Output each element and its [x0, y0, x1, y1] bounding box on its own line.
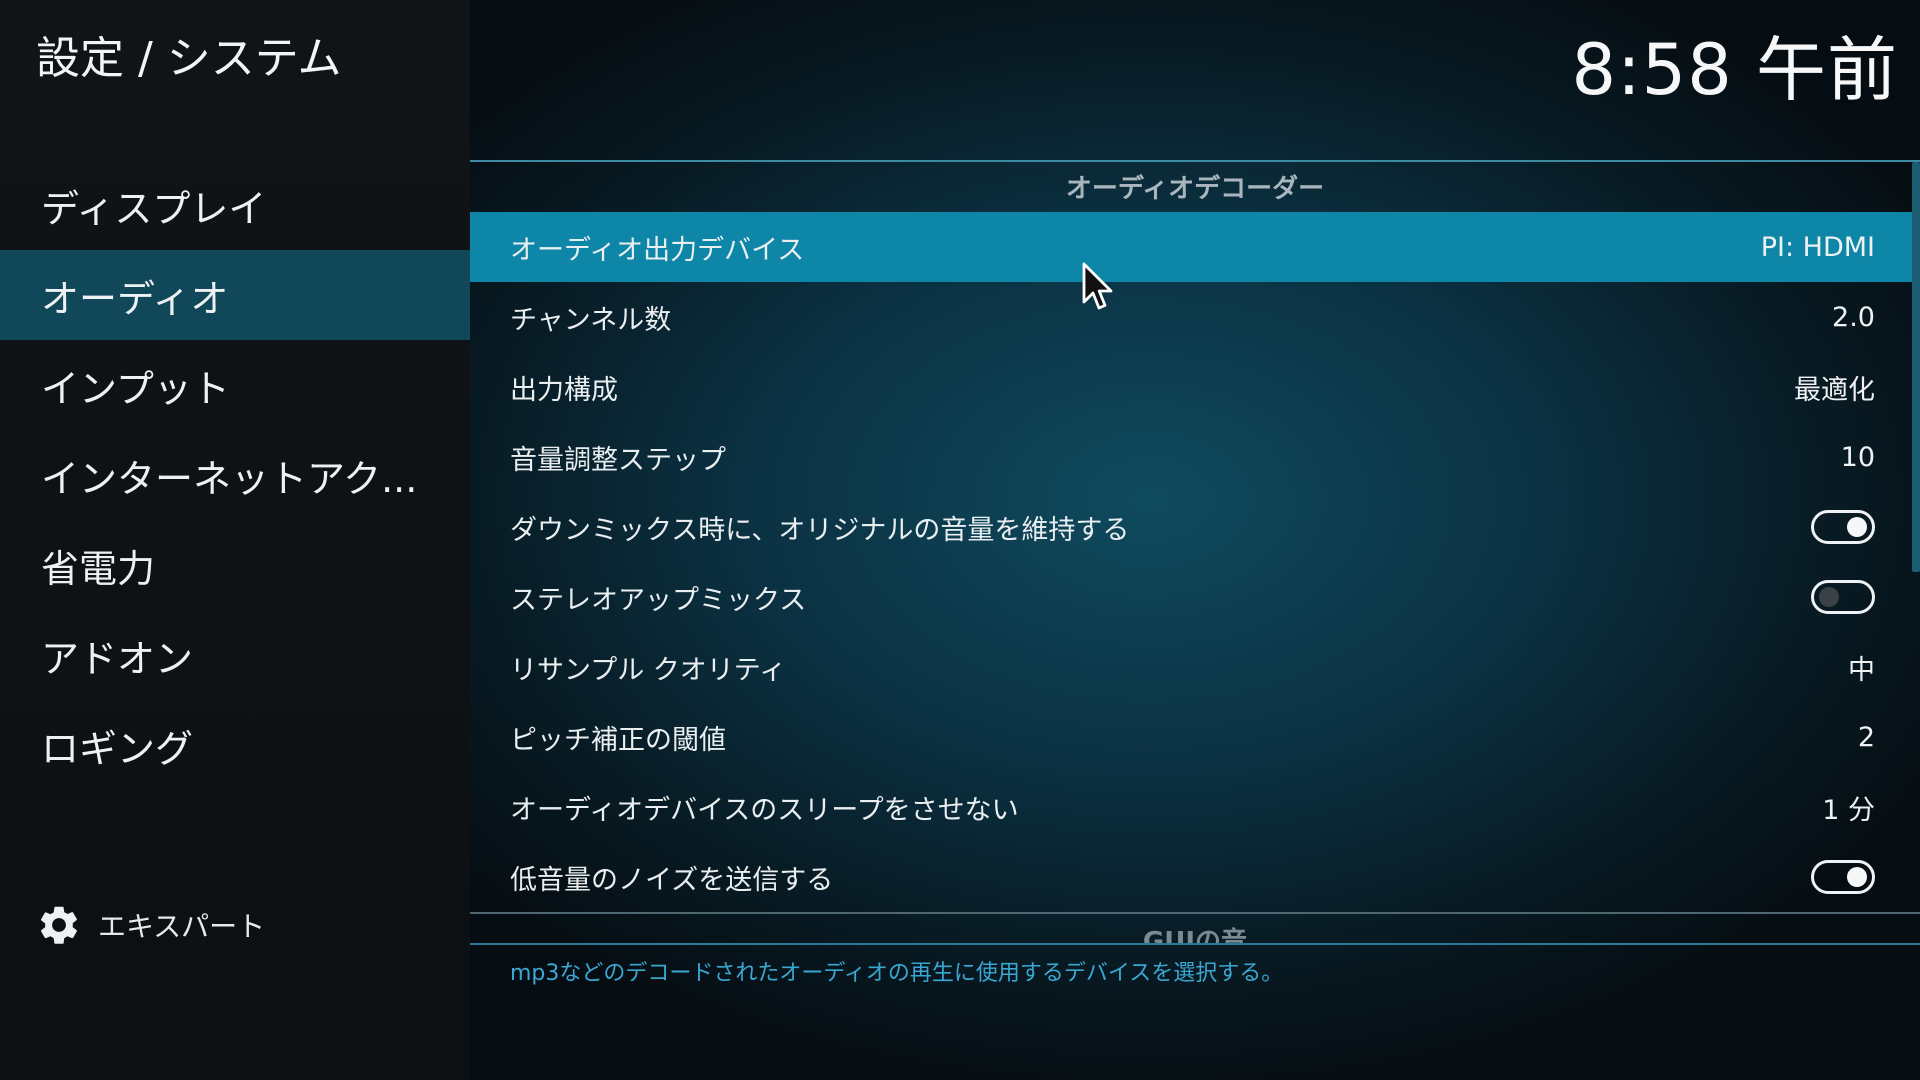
- setting-send-low-volume-noise[interactable]: 低音量のノイズを送信する: [470, 842, 1915, 912]
- setting-label: ピッチ補正の閾値: [510, 724, 726, 756]
- sidebar-item-addons[interactable]: アドオン: [0, 610, 470, 700]
- setting-label: 出力構成: [510, 374, 618, 406]
- setting-volume-control-steps[interactable]: 音量調整ステップ 10: [470, 422, 1915, 492]
- setting-maintain-volume-downmix[interactable]: ダウンミックス時に、オリジナルの音量を維持する: [470, 492, 1915, 562]
- sidebar-item-label: アドオン: [41, 636, 194, 681]
- setting-label: リサンプル クオリティ: [510, 654, 787, 686]
- sidebar-item-label: インターネットアク...: [41, 456, 418, 501]
- toggle-switch[interactable]: [1811, 510, 1875, 544]
- sidebar-item-label: オーディオ: [41, 276, 229, 321]
- setting-label: ダウンミックス時に、オリジナルの音量を維持する: [510, 514, 1130, 546]
- setting-label: ステレオアップミックス: [510, 584, 807, 616]
- setting-audio-output-device[interactable]: オーディオ出力デバイス PI: HDMI: [470, 212, 1915, 282]
- setting-value: 2.0: [1832, 301, 1875, 333]
- settings-level-label: エキスパート: [98, 910, 266, 943]
- next-group-header: GUIの音: [1142, 927, 1248, 944]
- setting-value: 最適化: [1794, 374, 1875, 406]
- gear-icon: [40, 906, 77, 944]
- sidebar-item-logging[interactable]: ロギング: [0, 700, 470, 790]
- sidebar-item-label: ディスプレイ: [41, 186, 267, 231]
- toggle-knob: [1847, 517, 1867, 537]
- setting-label: チャンネル数: [510, 304, 672, 336]
- setting-label: オーディオ出力デバイス: [510, 234, 805, 266]
- mouse-pointer-icon: [1082, 262, 1113, 310]
- divider: [470, 943, 1920, 945]
- setting-label: オーディオデバイスのスリープをさせない: [510, 794, 1019, 826]
- sidebar-item-label: 省電力: [41, 546, 156, 591]
- setting-value: PI: HDMI: [1760, 231, 1875, 263]
- setting-number-of-channels[interactable]: チャンネル数 2.0: [470, 282, 1915, 352]
- clock: 8:58 午前: [1571, 29, 1898, 111]
- group-header: オーディオデコーダー: [1065, 174, 1325, 204]
- setting-description: mp3などのデコードされたオーディオの再生に使用するデバイスを選択する。: [510, 961, 1284, 986]
- sidebar: 設定 / システム ディスプレイ オーディオ インプット インターネットアク..…: [0, 0, 470, 1080]
- setting-keep-audio-device-alive[interactable]: オーディオデバイスのスリープをさせない 1 分: [470, 772, 1915, 842]
- setting-label: 音量調整ステップ: [510, 444, 726, 476]
- sidebar-item-label: インプット: [41, 366, 230, 411]
- sidebar-item-label: ロギング: [41, 726, 194, 771]
- divider: [470, 160, 1920, 162]
- toggle-switch[interactable]: [1811, 580, 1875, 614]
- sidebar-item-internet-access[interactable]: インターネットアク...: [0, 430, 470, 520]
- sidebar-item-display[interactable]: ディスプレイ: [0, 160, 470, 250]
- setting-value: 1 分: [1822, 794, 1875, 826]
- sidebar-item-power-saving[interactable]: 省電力: [0, 520, 470, 610]
- setting-pitch-correction-threshold[interactable]: ピッチ補正の閾値 2: [470, 702, 1915, 772]
- toggle-switch[interactable]: [1811, 860, 1875, 894]
- scrollbar[interactable]: [1912, 162, 1920, 572]
- toggle-knob: [1819, 587, 1839, 607]
- setting-resample-quality[interactable]: リサンプル クオリティ 中: [470, 632, 1915, 702]
- toggle-knob: [1847, 867, 1867, 887]
- setting-value: 10: [1840, 441, 1875, 473]
- setting-output-configuration[interactable]: 出力構成 最適化: [470, 352, 1915, 422]
- settings-level-button[interactable]: エキスパート: [36, 898, 265, 952]
- setting-label: 低音量のノイズを送信する: [510, 864, 834, 896]
- kodi-settings-window: 設定 / システム ディスプレイ オーディオ インプット インターネットアク..…: [0, 0, 1920, 1080]
- sidebar-item-input[interactable]: インプット: [0, 340, 470, 430]
- divider: [470, 912, 1920, 914]
- setting-stereo-upmix[interactable]: ステレオアップミックス: [470, 562, 1915, 632]
- setting-value: 中: [1848, 654, 1875, 686]
- setting-value: 2: [1857, 721, 1875, 753]
- page-title: 設定 / システム: [36, 33, 342, 84]
- sidebar-item-audio[interactable]: オーディオ: [0, 250, 470, 340]
